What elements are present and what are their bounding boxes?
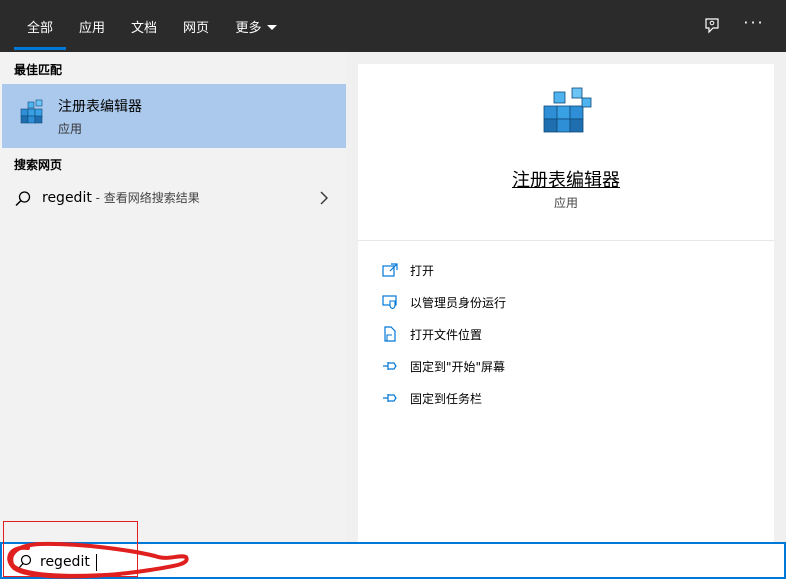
run-as-admin-action[interactable]: 以管理员身份运行 <box>358 286 774 318</box>
feedback-button[interactable] <box>698 12 726 40</box>
more-options-icon: ··· <box>743 13 765 32</box>
tab-apps[interactable]: 应用 <box>72 0 112 52</box>
search-filter-bar: 全部 应用 文档 网页 更多 ··· <box>0 0 786 52</box>
chevron-down-icon <box>266 24 277 30</box>
best-match-name: 注册表编辑器 <box>58 99 142 115</box>
tab-label: 网页 <box>182 20 209 36</box>
pin-to-taskbar-action[interactable]: 固定到任务栏 <box>358 382 774 414</box>
registry-editor-icon <box>543 87 592 133</box>
web-search-query: regedit - 查看网络搜索结果 <box>42 189 200 206</box>
tab-web[interactable]: 网页 <box>176 0 216 52</box>
action-list: 打开 以管理员身份运行 打开文件位置 固定到"开始"屏幕 固定到任务栏 <box>358 254 774 414</box>
chevron-right-icon <box>320 191 328 205</box>
pin-to-start-action[interactable]: 固定到"开始"屏幕 <box>358 350 774 382</box>
action-label: 固定到"开始"屏幕 <box>410 359 506 374</box>
run-as-admin-icon <box>380 292 400 312</box>
tab-label: 更多 <box>235 20 262 36</box>
web-search-result[interactable]: regedit - 查看网络搜索结果 <box>2 180 346 216</box>
more-options-button[interactable]: ··· <box>740 12 768 40</box>
query-text: regedit <box>42 190 92 206</box>
file-location-icon <box>380 324 400 344</box>
tab-label: 文档 <box>130 20 157 36</box>
open-icon <box>380 260 400 280</box>
pin-icon <box>380 356 400 376</box>
web-search-heading: 搜索网页 <box>14 158 63 172</box>
open-file-location-action[interactable]: 打开文件位置 <box>358 318 774 350</box>
action-label: 打开文件位置 <box>410 327 483 342</box>
feedback-icon <box>705 18 719 34</box>
web-search-hint: - 查看网络搜索结果 <box>91 191 200 205</box>
open-action[interactable]: 打开 <box>358 254 774 286</box>
search-icon <box>18 554 32 569</box>
best-match-type: 应用 <box>58 122 83 136</box>
pin-icon <box>380 388 400 408</box>
preview-app-name[interactable]: 注册表编辑器 <box>358 166 774 192</box>
action-label: 打开 <box>410 263 435 278</box>
tab-documents[interactable]: 文档 <box>124 0 164 52</box>
registry-editor-icon <box>20 99 43 124</box>
search-box[interactable] <box>0 542 786 579</box>
divider <box>358 240 774 241</box>
tab-label: 应用 <box>78 20 105 36</box>
action-label: 以管理员身份运行 <box>410 295 507 310</box>
search-input[interactable] <box>40 551 540 573</box>
tab-label: 全部 <box>26 20 53 36</box>
best-match-heading: 最佳匹配 <box>14 63 63 77</box>
results-panel: 最佳匹配 注册表编辑器 应用 搜索网页 regedit - 查看网络搜索结果 <box>0 52 346 542</box>
preview-app-type: 应用 <box>553 196 578 210</box>
preview-panel: 注册表编辑器 应用 打开 以管理员身份运行 打开文件位置 固定到"开始"屏幕 固… <box>358 64 774 542</box>
tab-all[interactable]: 全部 <box>14 0 66 52</box>
action-label: 固定到任务栏 <box>410 391 483 406</box>
search-icon <box>15 191 31 207</box>
best-match-item[interactable]: 注册表编辑器 应用 <box>2 84 346 148</box>
tab-more[interactable]: 更多 <box>229 0 283 52</box>
text-cursor <box>96 554 97 571</box>
